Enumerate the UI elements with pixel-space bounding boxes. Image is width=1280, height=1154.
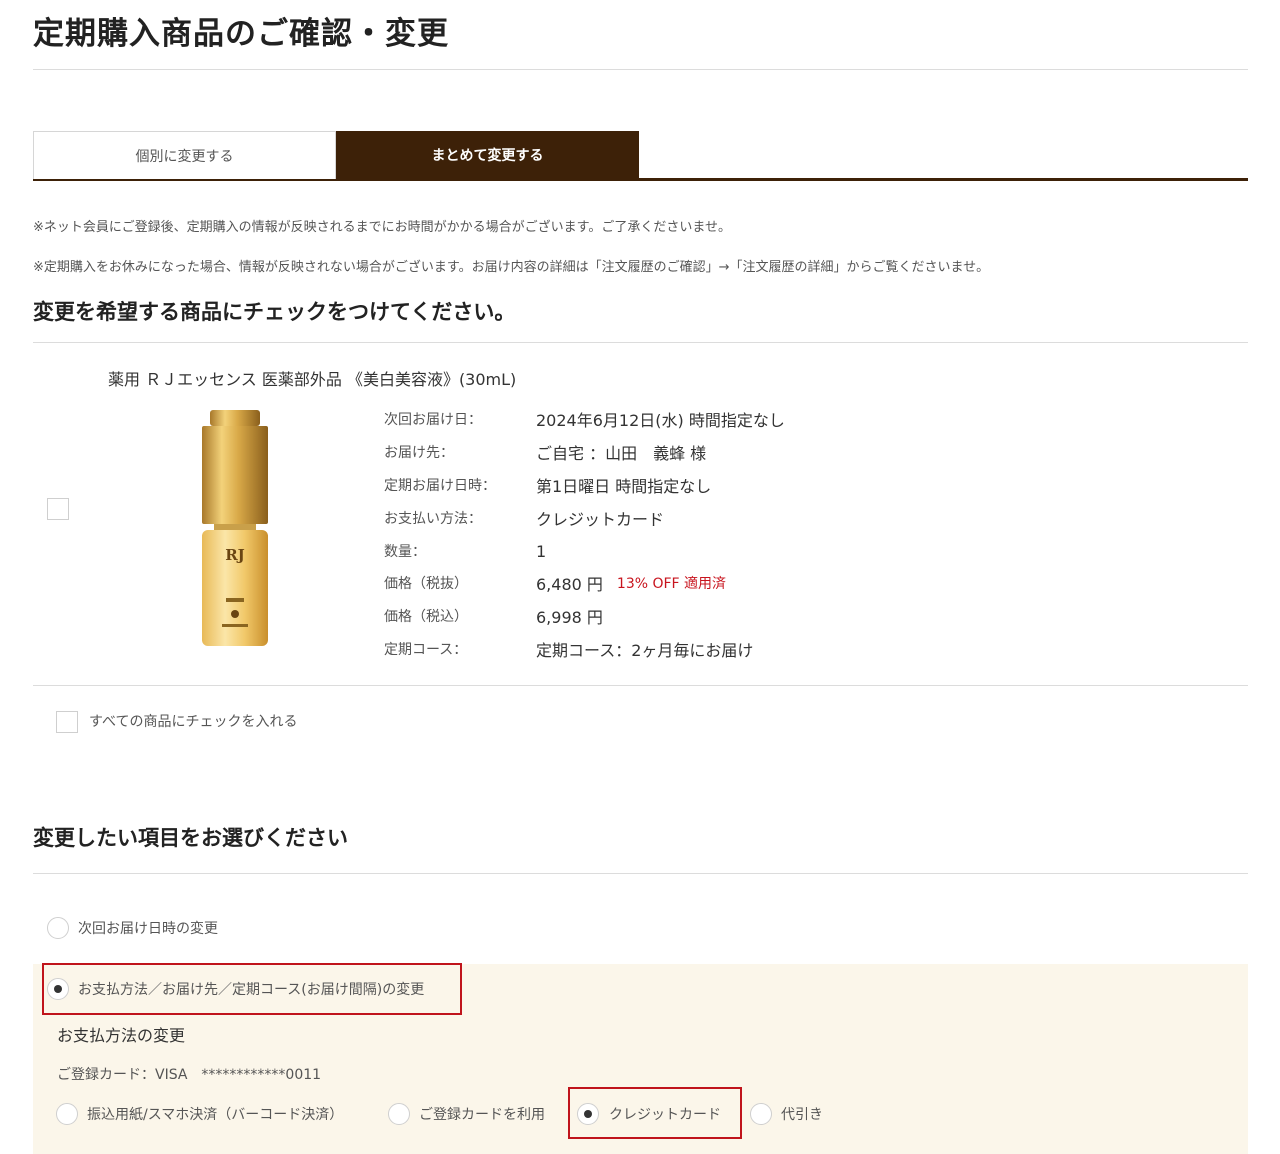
tab-individual-change[interactable]: 個別に変更する [33, 131, 336, 179]
detail-label: 次回お届け日： [384, 412, 482, 428]
detail-label: 価格（税抜） [384, 576, 468, 592]
change-section-heading: 変更したい項目をお選びください [33, 826, 348, 850]
payment-method-transfer-label[interactable]: 振込用紙/スマホ決済（バーコード決済） [87, 1104, 343, 1124]
detail-value: 2024年6月12日(水) 時間指定なし [536, 411, 785, 430]
product-name: 薬用 ＲＪエッセンス 医薬部外品 《美白美容液》(30mL) [108, 370, 517, 389]
divider [33, 685, 1248, 686]
detail-value: 1 [536, 541, 547, 561]
registered-card-info: ご登録カード：VISA ************0011 [57, 1067, 322, 1083]
change-option-delivery-date-radio[interactable] [47, 917, 69, 939]
detail-course: 定期コース： 定期コース：2ヶ月毎にお届け [384, 637, 753, 661]
detail-value: 6,480 円 [536, 575, 603, 594]
detail-label: お届け先： [384, 445, 454, 461]
tab-bar: 個別に変更する まとめて変更する [33, 131, 1248, 181]
detail-value: 定期コース：2ヶ月毎にお届け [536, 641, 754, 660]
product-image: RJ [202, 410, 268, 646]
detail-value: 6,998 円 [536, 608, 603, 627]
divider [33, 342, 1248, 343]
payment-method-transfer-radio[interactable] [56, 1103, 78, 1125]
detail-regular-delivery: 定期お届け日時： 第1日曜日 時間指定なし [384, 473, 711, 497]
detail-label: 定期コース： [384, 642, 468, 658]
detail-value: ご自宅 ：山田 義蜂 様 [536, 444, 707, 463]
page-title: 定期購入商品のご確認・変更 [33, 16, 449, 52]
detail-quantity: 数量： 1 [384, 539, 546, 563]
detail-label: 定期お届け日時： [384, 478, 496, 494]
change-option-delivery-date-label[interactable]: 次回お届け日時の変更 [78, 918, 218, 938]
notice-text: ※ネット会員にご登録後、定期購入の情報が反映されるまでにお時間がかかる場合がござ… [33, 220, 731, 235]
detail-value: クレジットカード [536, 510, 665, 529]
change-option-payment-label[interactable]: お支払方法／お届け先／定期コース(お届け間隔)の変更 [78, 979, 424, 999]
detail-payment-method: お支払い方法： クレジットカード [384, 506, 664, 530]
detail-price-incl-tax: 価格（税込） 6,998 円 [384, 604, 603, 628]
divider [33, 69, 1248, 70]
tab-bulk-change[interactable]: まとめて変更する [336, 131, 639, 179]
detail-destination: お届け先： ご自宅 ：山田 義蜂 様 [384, 440, 706, 464]
divider [33, 873, 1248, 874]
svg-text:RJ: RJ [225, 546, 245, 564]
payment-method-registered-card-radio[interactable] [388, 1103, 410, 1125]
detail-label: 価格（税込） [384, 609, 468, 625]
detail-price-excl-tax: 価格（税抜） 6,480 円 13% OFF 適用済 [384, 571, 726, 595]
detail-label: 数量： [384, 544, 426, 560]
payment-method-credit-card-label[interactable]: クレジットカード [609, 1104, 721, 1124]
payment-method-credit-card-radio[interactable] [577, 1103, 599, 1125]
payment-method-registered-card-label[interactable]: ご登録カードを利用 [419, 1104, 545, 1124]
product-section-heading: 変更を希望する商品にチェックをつけてください。 [33, 300, 516, 324]
payment-method-cod-label[interactable]: 代引き [781, 1104, 823, 1124]
payment-change-heading: お支払方法の変更 [57, 1026, 186, 1045]
product-checkbox[interactable] [47, 498, 69, 520]
detail-value: 第1日曜日 時間指定なし [536, 477, 712, 496]
payment-method-cod-radio[interactable] [750, 1103, 772, 1125]
change-option-payment-radio[interactable] [47, 978, 69, 1000]
notice-text: ※定期購入をお休みになった場合、情報が反映されない場合がございます。お届け内容の… [33, 260, 990, 275]
detail-label: お支払い方法： [384, 511, 482, 527]
check-all-checkbox[interactable] [56, 711, 78, 733]
detail-next-delivery: 次回お届け日： 2024年6月12日(水) 時間指定なし [384, 407, 785, 431]
check-all-label[interactable]: すべての商品にチェックを入れる [89, 711, 297, 731]
discount-badge: 13% OFF 適用済 [616, 576, 727, 592]
